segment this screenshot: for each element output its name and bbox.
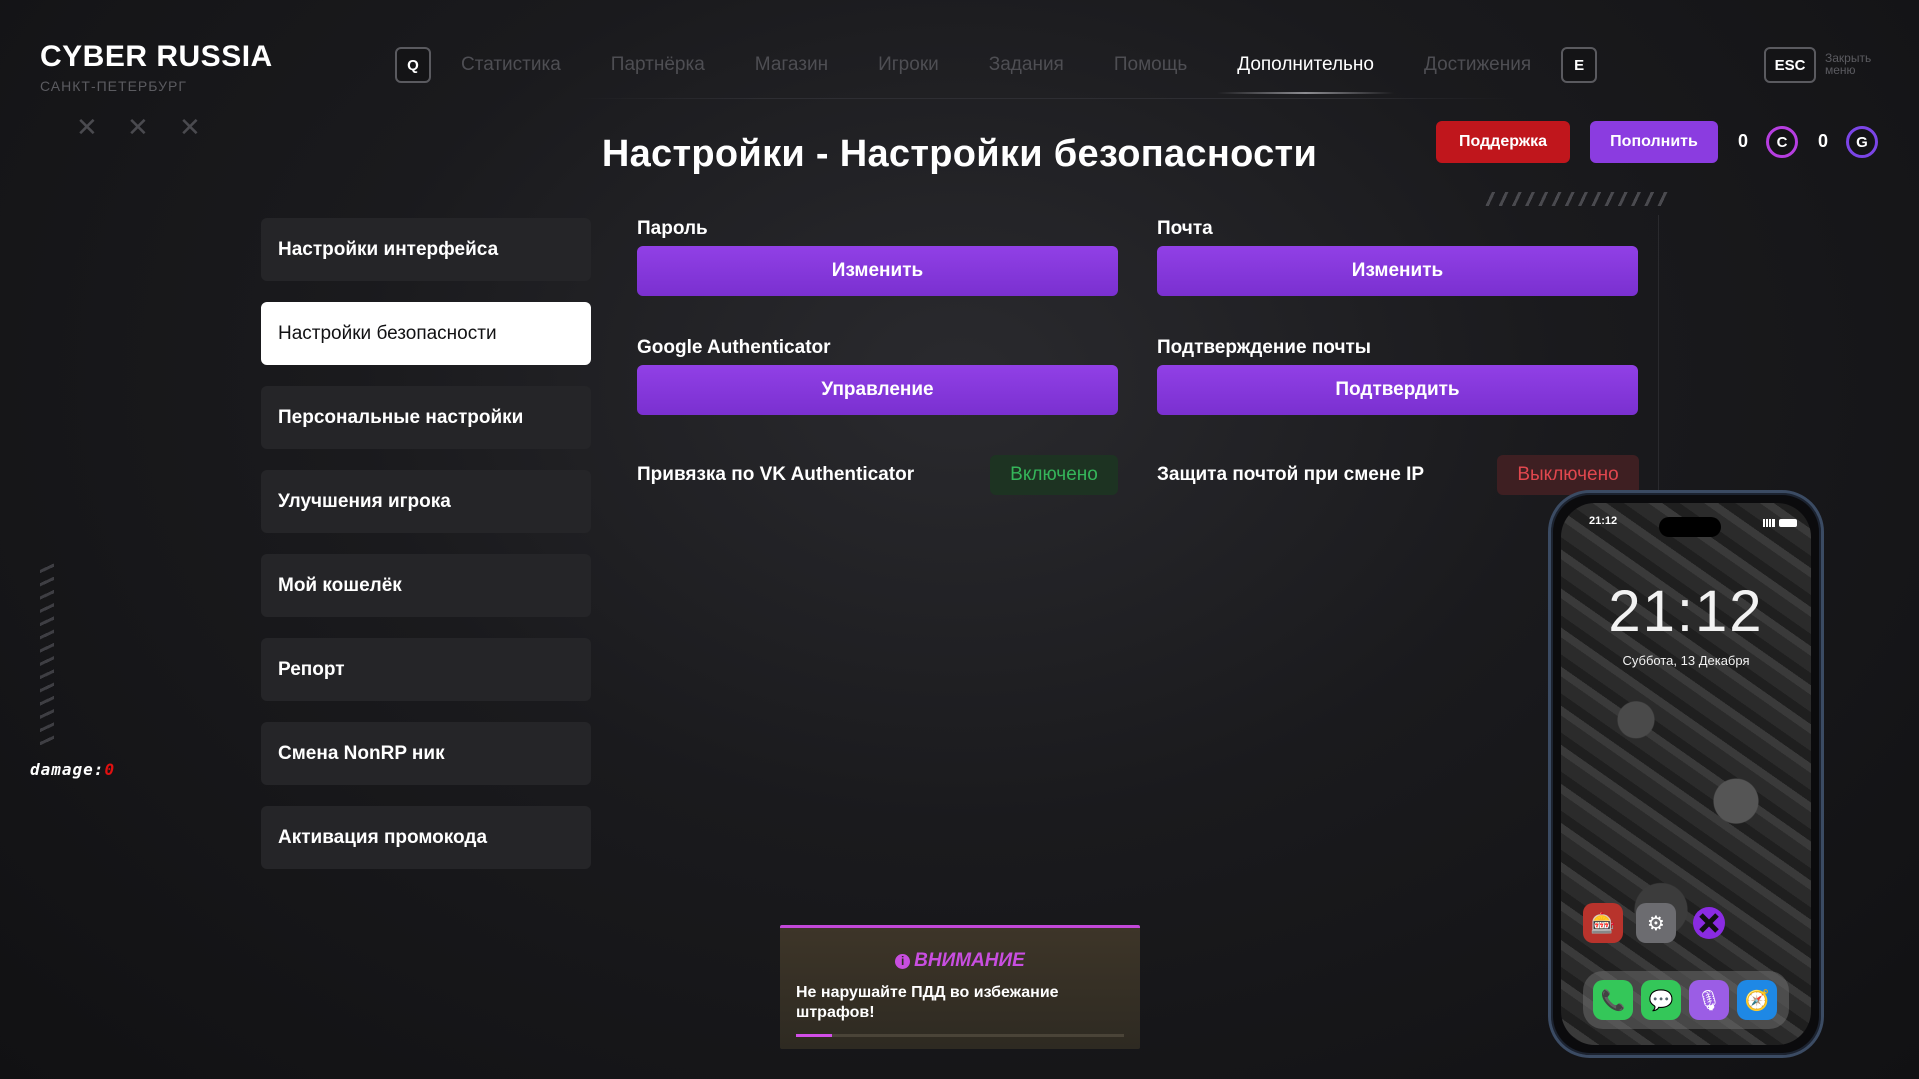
sidebar-item-nonrp-nick[interactable]: Смена NonRP ник [261,722,591,785]
sidebar-item-wallet[interactable]: Мой кошелёк [261,554,591,617]
signal-icon [1763,519,1775,527]
phone-notch [1659,517,1721,537]
tab-achievements[interactable]: Достижения [1424,54,1531,76]
tab-partner[interactable]: Партнёрка [611,54,705,76]
tab-help[interactable]: Помощь [1114,54,1187,76]
phone-widget[interactable]: 21:12 21:12 Суббота, 13 Декабря 🎰 ⚙ 📞 💬 … [1548,490,1824,1058]
brand-title: CYBER RUSSIA [40,40,273,73]
decor-stripes [1482,192,1668,206]
email-label: Почта [1157,218,1213,239]
brand-subtitle: САНКТ-ПЕТЕРБУРГ [40,78,187,94]
change-email-button[interactable]: Изменить [1157,246,1638,296]
password-label: Пароль [637,218,708,239]
settings-icon[interactable]: ⚙ [1636,903,1676,943]
notice-title: i ВНИМАНИЕ [780,950,1140,972]
notice-progress-fill [796,1034,832,1037]
ip-protection-label: Защита почтой при смене IP [1157,464,1425,485]
info-icon: i [895,954,911,969]
phone-status-time: 21:12 [1589,515,1618,527]
ip-protection-status-toggle[interactable]: Выключено [1497,455,1639,495]
battery-icon [1779,519,1797,527]
page-title: Настройки - Настройки безопасности [601,133,1318,175]
sidebar-item-security[interactable]: Настройки безопасности [261,302,591,365]
top-nav: Q Статистика Партнёрка Магазин Игроки За… [395,47,1598,94]
phone-clock: 21:12 [1608,579,1764,644]
x-app-icon[interactable] [1689,903,1729,943]
sidebar-item-upgrades[interactable]: Улучшения игрока [261,470,591,533]
sidebar-item-promocode[interactable]: Активация промокода [261,806,591,869]
safari-icon[interactable]: 🧭 [1737,980,1777,1020]
damage-indicator: damage:0 [30,760,115,779]
esc-label: Закрыть меню [1825,51,1872,77]
tab-players[interactable]: Игроки [878,54,939,76]
change-password-button[interactable]: Изменить [637,246,1118,296]
google-auth-label: Google Authenticator [637,337,831,358]
notice-text: Не нарушайте ПДД во избежание штрафов! [796,984,1059,1021]
confirm-email-button[interactable]: Подтвердить [1157,365,1638,415]
messages-icon[interactable]: 💬 [1641,980,1681,1020]
sidebar-item-personal[interactable]: Персональные настройки [261,386,591,449]
tab-tasks[interactable]: Задания [989,54,1064,76]
vk-auth-label: Привязка по VK Authenticator [637,464,915,485]
notice-title-text: ВНИМАНИЕ [914,950,1025,971]
esc-close-button[interactable]: ESC [1764,47,1816,83]
vk-auth-status-toggle[interactable]: Включено [990,455,1118,495]
decor-stripes-left [40,560,54,745]
manage-google-auth-button[interactable]: Управление [637,365,1118,415]
nav-divider [575,98,1515,99]
notice-toast: i ВНИМАНИЕ Не нарушайте ПДД во избежание … [780,925,1140,1049]
tab-additional[interactable]: Дополнительно [1217,54,1394,94]
email-confirm-label: Подтверждение почты [1157,337,1372,358]
nav-prev-key[interactable]: Q [395,47,431,83]
nav-next-key[interactable]: E [1561,47,1598,83]
notice-progress-track [796,1034,1124,1037]
sidebar-item-report[interactable]: Репорт [261,638,591,701]
sidebar-item-interface[interactable]: Настройки интерфейса [261,218,591,281]
phone-screen[interactable]: 21:12 21:12 Суббота, 13 Декабря 🎰 ⚙ 📞 💬 … [1561,503,1811,1045]
damage-label: damage: [30,760,105,779]
tab-shop[interactable]: Магазин [755,54,828,76]
phone-icon[interactable]: 📞 [1593,980,1633,1020]
tab-statistics[interactable]: Статистика [461,54,561,76]
phone-date: Суббота, 13 Декабря [1622,653,1750,668]
damage-value: 0 [104,760,116,779]
podcasts-icon[interactable]: 🎙 [1689,980,1729,1020]
casino-icon[interactable]: 🎰 [1583,903,1623,943]
